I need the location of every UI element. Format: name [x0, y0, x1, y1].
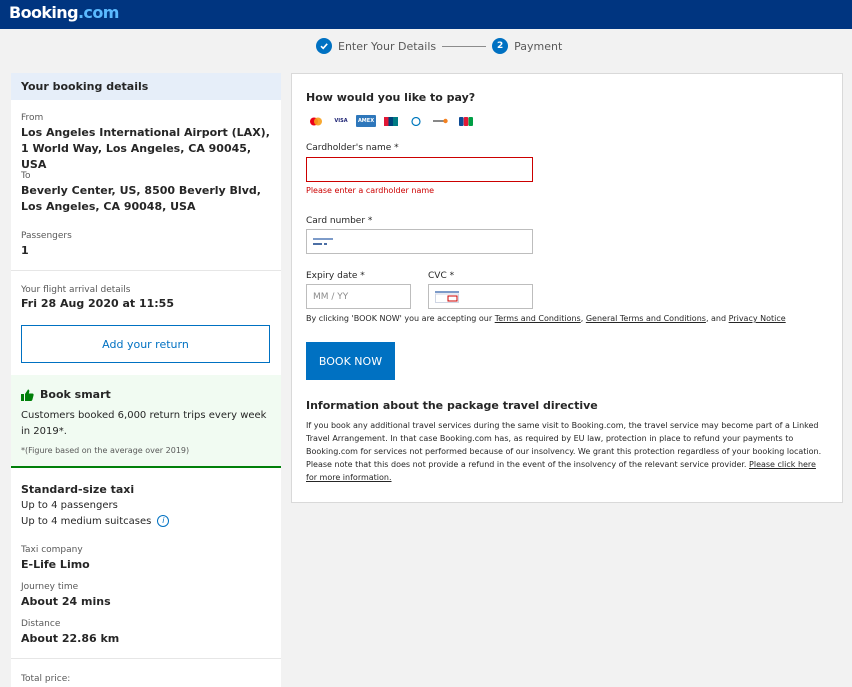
- sidebar-title: Your booking details: [11, 73, 281, 100]
- logo-suffix: .com: [77, 3, 119, 22]
- vehicle-suitcases: Up to 4 medium suitcases: [21, 516, 152, 527]
- company-value: E-Life Limo: [21, 558, 90, 571]
- divider: [11, 270, 281, 271]
- vehicle-title: Standard-size taxi: [21, 483, 135, 496]
- accepted-cards: VISA AMEX: [306, 115, 479, 127]
- from-label: From: [21, 113, 44, 123]
- visa-icon: VISA: [334, 118, 348, 124]
- card-icon: [313, 237, 333, 247]
- info-icon[interactable]: i: [157, 515, 170, 527]
- booking-details-sidebar: Your booking details From Los Angeles In…: [11, 73, 281, 687]
- book-smart-banner: Book smart Customers booked 6,000 return…: [11, 375, 281, 468]
- directive-text: If you book any additional travel servic…: [306, 419, 826, 484]
- book-smart-title: Book smart: [21, 388, 111, 401]
- directive-body: If you book any additional travel servic…: [306, 421, 822, 469]
- booking-logo[interactable]: Booking.com: [9, 3, 119, 22]
- distance-value: About 22.86 km: [21, 632, 120, 645]
- book-now-button[interactable]: BOOK NOW: [306, 342, 395, 380]
- payment-title: How would you like to pay?: [306, 91, 476, 104]
- flight-label: Your flight arrival details: [21, 285, 131, 295]
- total-label: Total price:: [21, 674, 71, 684]
- check-icon: [316, 38, 332, 54]
- book-smart-text: Customers booked 6,000 return trips ever…: [21, 410, 267, 437]
- step-payment-label: Payment: [514, 39, 563, 53]
- to-value: Beverly Center, US, 8500 Beverly Blvd, L…: [21, 184, 261, 213]
- book-smart-note: *(Figure based on the average over 2019): [21, 446, 190, 455]
- add-return-button[interactable]: Add your return: [21, 325, 270, 363]
- logo-main: Booking: [9, 3, 79, 22]
- passengers-value: 1: [21, 244, 29, 257]
- terms-link[interactable]: Terms and Conditions: [495, 314, 581, 323]
- step-connector: [442, 45, 487, 47]
- terms-prefix: By clicking 'BOOK NOW' you are accepting…: [306, 314, 495, 323]
- cvc-input[interactable]: [428, 284, 533, 309]
- diners-icon: [406, 115, 426, 127]
- journey-value: About 24 mins: [21, 595, 111, 608]
- jcb-icon: [456, 115, 476, 127]
- passengers-section: Passengers 1: [21, 231, 273, 259]
- flight-section: Your flight arrival details Fri 28 Aug 2…: [21, 285, 273, 312]
- general-terms-link[interactable]: General Terms and Conditions: [586, 314, 706, 323]
- company-label: Taxi company: [21, 545, 83, 555]
- cardholder-label: Cardholder's name *: [306, 143, 399, 153]
- from-value: Los Angeles International Airport (LAX),…: [21, 126, 270, 171]
- divider: [11, 658, 281, 659]
- cvc-card-icon: [435, 290, 459, 303]
- cardholder-error: Please enter a cardholder name: [306, 186, 435, 195]
- unionpay-icon: [381, 115, 401, 127]
- terms-separator: , and: [705, 314, 729, 323]
- vehicle-passengers: Up to 4 passengers: [21, 500, 118, 511]
- top-bar: Booking.com: [0, 0, 852, 29]
- expiry-label: Expiry date *: [306, 271, 365, 281]
- passengers-label: Passengers: [21, 231, 72, 241]
- flight-value: Fri 28 Aug 2020 at 11:55: [21, 297, 174, 310]
- book-smart-title-text: Book smart: [40, 388, 111, 401]
- amex-icon: AMEX: [356, 115, 376, 127]
- from-section: From Los Angeles International Airport (…: [21, 113, 273, 173]
- vehicle-suitcases-row: Up to 4 medium suitcases i: [21, 514, 273, 530]
- discover-icon: [431, 115, 451, 127]
- cardholder-name-input[interactable]: [306, 157, 533, 182]
- payment-panel: How would you like to pay? VISA AMEX Car…: [291, 73, 843, 503]
- cvc-label: CVC *: [428, 271, 455, 281]
- journey-section: Journey time About 24 mins: [21, 582, 273, 610]
- directive-title: Information about the package travel dir…: [306, 399, 598, 412]
- privacy-notice-link[interactable]: Privacy Notice: [729, 314, 786, 323]
- vehicle-section: Standard-size taxi Up to 4 passengers Up…: [21, 482, 273, 530]
- terms-text: By clicking 'BOOK NOW' you are accepting…: [306, 314, 786, 323]
- card-number-label: Card number *: [306, 216, 373, 226]
- progress-steps: Enter Your Details 2 Payment: [316, 37, 562, 55]
- expiry-date-input[interactable]: MM / YY: [306, 284, 411, 309]
- to-label: To: [21, 171, 31, 181]
- total-section: Total price:: [21, 674, 273, 684]
- distance-label: Distance: [21, 619, 61, 629]
- mastercard-icon: [306, 115, 326, 127]
- step-details-label: Enter Your Details: [338, 39, 437, 53]
- distance-section: Distance About 22.86 km: [21, 619, 273, 647]
- to-section: To Beverly Center, US, 8500 Beverly Blvd…: [21, 171, 273, 215]
- journey-label: Journey time: [21, 582, 79, 592]
- step-number-badge: 2: [492, 38, 509, 54]
- card-number-input[interactable]: [306, 229, 533, 254]
- thumbs-up-icon: [21, 389, 34, 401]
- company-section: Taxi company E-Life Limo: [21, 545, 273, 573]
